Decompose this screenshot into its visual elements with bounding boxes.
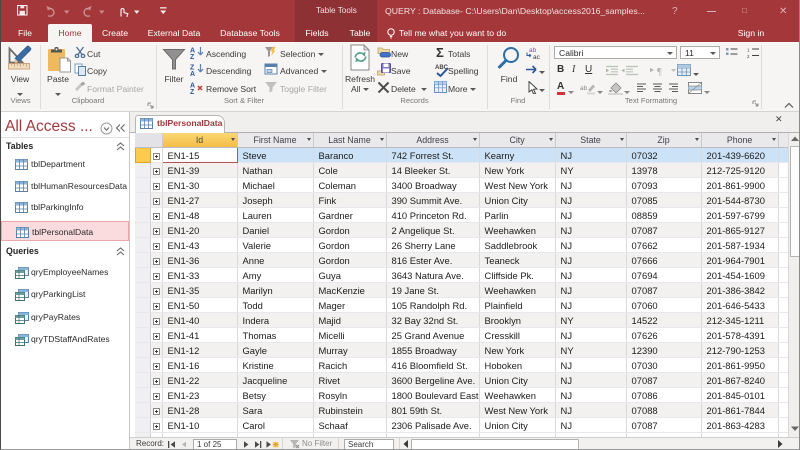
svg-text:2: 2 xyxy=(747,54,750,59)
svg-text:¶: ¶ xyxy=(657,67,662,76)
svg-text:ab: ab xyxy=(580,85,588,92)
svg-text:1: 1 xyxy=(747,48,750,53)
svg-text:A: A xyxy=(190,71,195,76)
svg-text:Z: Z xyxy=(190,54,195,59)
svg-text:ac: ac xyxy=(533,54,541,59)
svg-text:ab: ab xyxy=(529,47,537,54)
svg-text:Z: Z xyxy=(190,89,195,94)
